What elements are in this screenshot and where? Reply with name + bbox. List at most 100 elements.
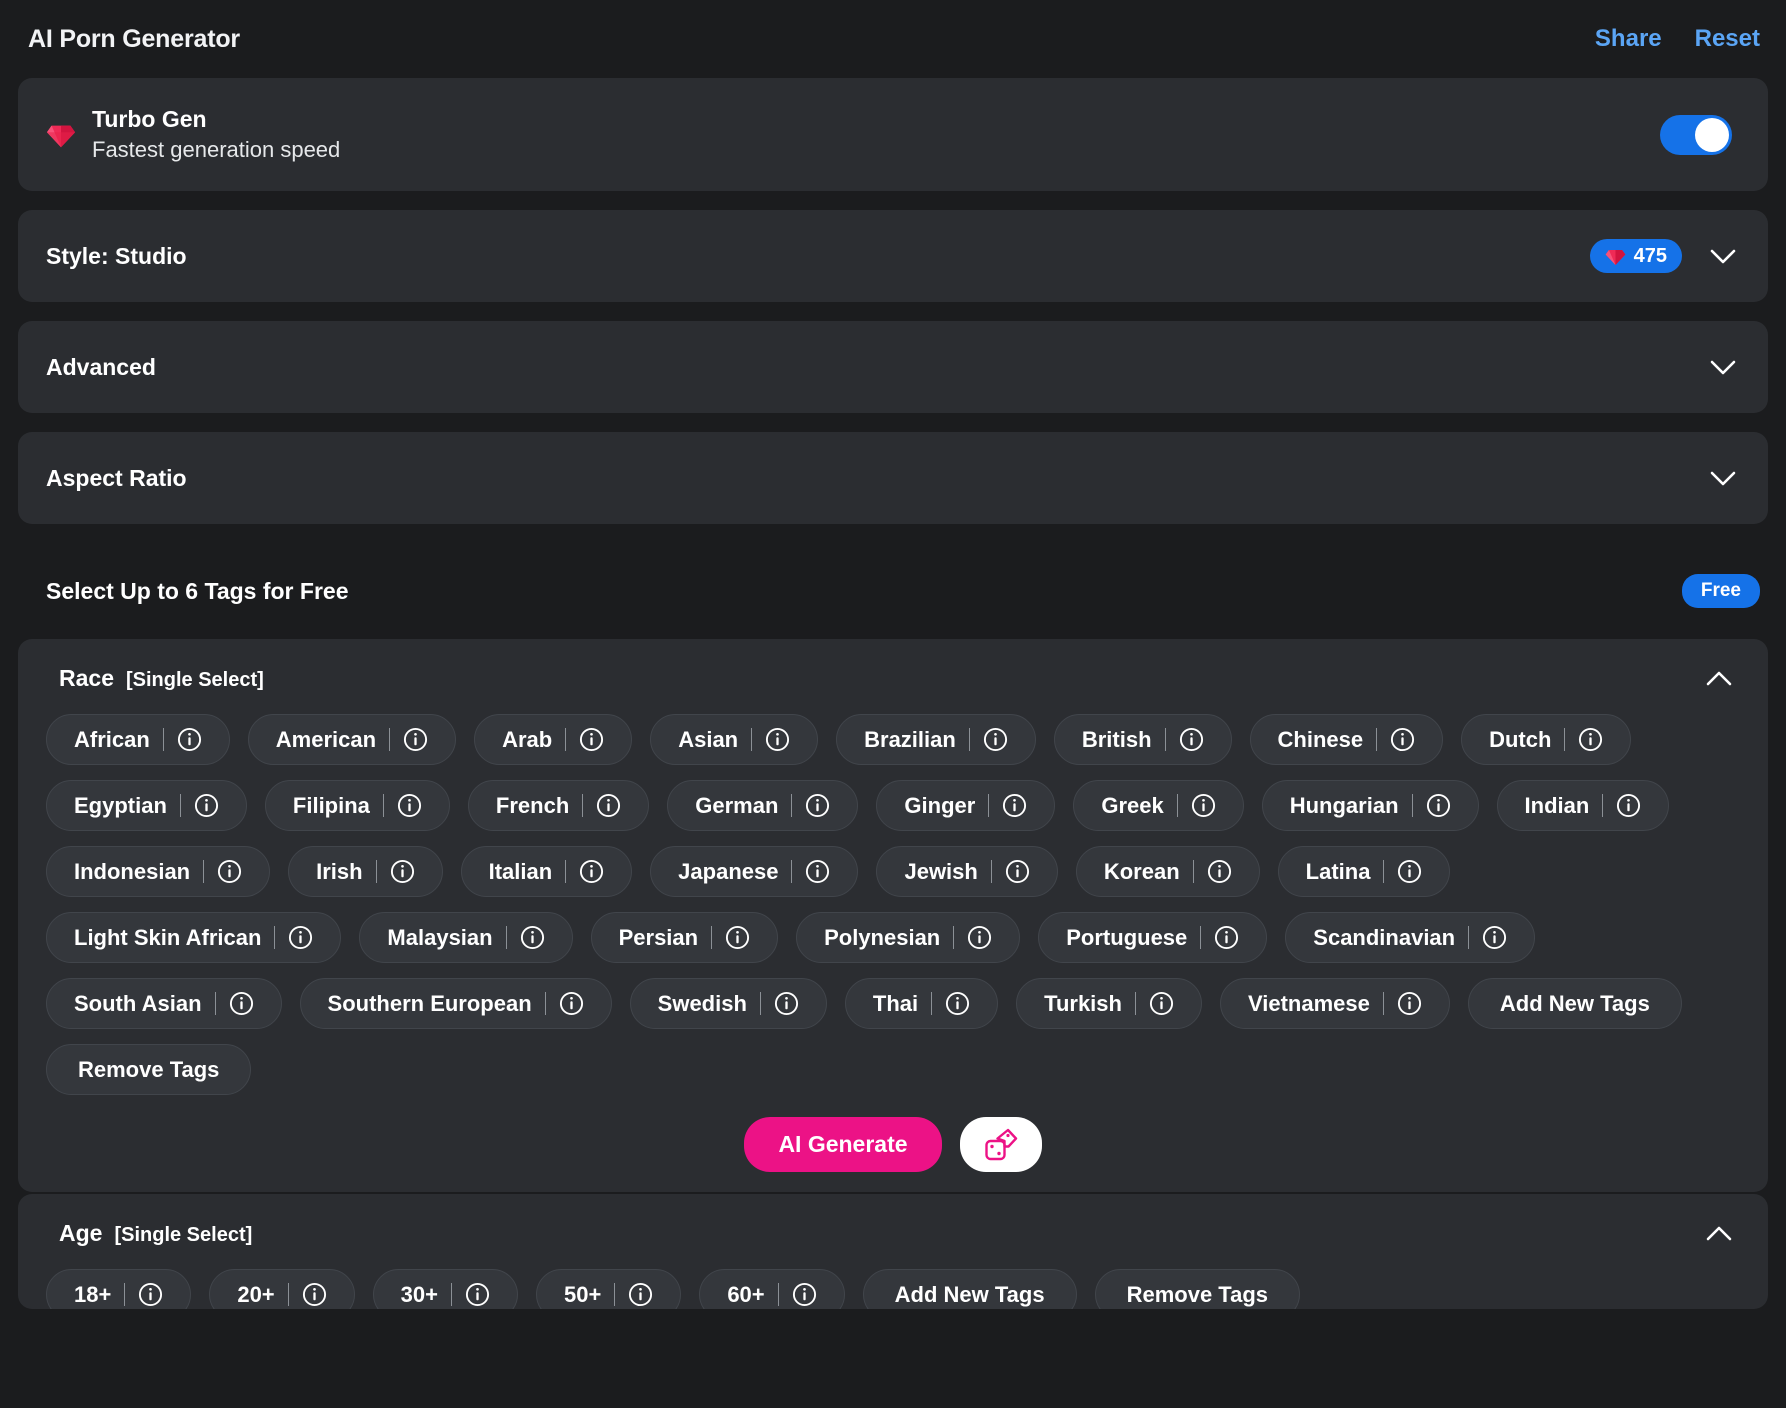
info-icon[interactable]: [596, 793, 621, 818]
chevron-up-icon[interactable]: [1706, 1226, 1732, 1241]
info-icon[interactable]: [579, 727, 604, 752]
tag-chip[interactable]: Arab: [474, 714, 632, 765]
tag-chip[interactable]: Ginger: [876, 780, 1055, 831]
tag-chip[interactable]: 20+: [209, 1269, 354, 1309]
info-icon[interactable]: [1191, 793, 1216, 818]
info-icon[interactable]: [1616, 793, 1641, 818]
tag-chip[interactable]: Light Skin African: [46, 912, 341, 963]
info-icon[interactable]: [302, 1282, 327, 1307]
tag-chip[interactable]: Vietnamese: [1220, 978, 1450, 1029]
aspect-ratio-row[interactable]: Aspect Ratio: [18, 432, 1768, 524]
tag-chip[interactable]: South Asian: [46, 978, 282, 1029]
chevron-down-icon[interactable]: [1710, 471, 1736, 486]
tag-chip[interactable]: Japanese: [650, 846, 858, 897]
info-icon[interactable]: [1397, 859, 1422, 884]
info-icon[interactable]: [1482, 925, 1507, 950]
turbo-gen-toggle[interactable]: [1660, 115, 1732, 155]
chevron-up-icon[interactable]: [1706, 671, 1732, 686]
info-icon[interactable]: [177, 727, 202, 752]
info-icon[interactable]: [520, 925, 545, 950]
add-tags-button[interactable]: Add New Tags: [863, 1269, 1077, 1309]
share-button[interactable]: Share: [1595, 25, 1662, 53]
info-icon[interactable]: [559, 991, 584, 1016]
remove-tags-button[interactable]: Remove Tags: [1095, 1269, 1300, 1309]
tag-chip[interactable]: British: [1054, 714, 1232, 765]
tag-chip[interactable]: 30+: [373, 1269, 518, 1309]
tag-chip[interactable]: Portuguese: [1038, 912, 1267, 963]
tag-chip[interactable]: Dutch: [1461, 714, 1631, 765]
info-icon[interactable]: [1214, 925, 1239, 950]
tag-chip[interactable]: Korean: [1076, 846, 1260, 897]
tag-chip[interactable]: Persian: [591, 912, 779, 963]
info-icon[interactable]: [1005, 859, 1030, 884]
tag-chip[interactable]: African: [46, 714, 230, 765]
chevron-down-icon[interactable]: [1710, 360, 1736, 375]
info-icon[interactable]: [194, 793, 219, 818]
tag-chip[interactable]: Swedish: [630, 978, 827, 1029]
info-icon[interactable]: [217, 859, 242, 884]
info-icon[interactable]: [805, 859, 830, 884]
info-icon[interactable]: [288, 925, 313, 950]
info-icon[interactable]: [465, 1282, 490, 1307]
tag-chip[interactable]: Chinese: [1250, 714, 1444, 765]
remove-tags-button[interactable]: Remove Tags: [46, 1044, 251, 1095]
reset-button[interactable]: Reset: [1695, 25, 1760, 53]
tag-chip[interactable]: Jewish: [876, 846, 1057, 897]
tag-chip[interactable]: Brazilian: [836, 714, 1036, 765]
random-dice-button[interactable]: [960, 1117, 1042, 1172]
tag-chip[interactable]: Indonesian: [46, 846, 270, 897]
info-icon[interactable]: [138, 1282, 163, 1307]
info-icon[interactable]: [765, 727, 790, 752]
tag-chip[interactable]: 60+: [699, 1269, 844, 1309]
info-icon[interactable]: [1149, 991, 1174, 1016]
tag-chip[interactable]: Italian: [461, 846, 633, 897]
tag-chip[interactable]: German: [667, 780, 858, 831]
info-icon[interactable]: [1578, 727, 1603, 752]
info-icon[interactable]: [967, 925, 992, 950]
info-icon[interactable]: [983, 727, 1008, 752]
tag-chip[interactable]: Thai: [845, 978, 998, 1029]
style-credit-badge[interactable]: 475: [1590, 239, 1682, 273]
add-tags-button[interactable]: Add New Tags: [1468, 978, 1682, 1029]
tag-chip[interactable]: French: [468, 780, 649, 831]
tag-chip[interactable]: Turkish: [1016, 978, 1202, 1029]
info-icon[interactable]: [1390, 727, 1415, 752]
info-icon[interactable]: [579, 859, 604, 884]
advanced-row[interactable]: Advanced: [18, 321, 1768, 413]
tag-chip[interactable]: 50+: [536, 1269, 681, 1309]
info-icon[interactable]: [229, 991, 254, 1016]
info-icon[interactable]: [792, 1282, 817, 1307]
tag-chip[interactable]: 18+: [46, 1269, 191, 1309]
info-icon[interactable]: [397, 793, 422, 818]
info-icon[interactable]: [1179, 727, 1204, 752]
tag-chip[interactable]: American: [248, 714, 456, 765]
chevron-down-icon[interactable]: [1710, 249, 1736, 264]
tag-chip[interactable]: Asian: [650, 714, 818, 765]
tag-chip[interactable]: Hungarian: [1262, 780, 1479, 831]
style-row[interactable]: Style: Studio 475: [18, 210, 1768, 302]
tag-chip[interactable]: Egyptian: [46, 780, 247, 831]
info-icon[interactable]: [805, 793, 830, 818]
info-icon[interactable]: [1397, 991, 1422, 1016]
tag-chip[interactable]: Southern European: [300, 978, 612, 1029]
info-icon[interactable]: [628, 1282, 653, 1307]
info-icon[interactable]: [390, 859, 415, 884]
tag-group-race-header[interactable]: Race [Single Select]: [42, 665, 1744, 692]
info-icon[interactable]: [1207, 859, 1232, 884]
free-badge[interactable]: Free: [1682, 574, 1760, 608]
tag-chip[interactable]: Indian: [1497, 780, 1670, 831]
info-icon[interactable]: [945, 991, 970, 1016]
info-icon[interactable]: [725, 925, 750, 950]
info-icon[interactable]: [774, 991, 799, 1016]
tag-chip[interactable]: Greek: [1073, 780, 1243, 831]
tag-chip[interactable]: Polynesian: [796, 912, 1020, 963]
tag-chip[interactable]: Malaysian: [359, 912, 572, 963]
info-icon[interactable]: [403, 727, 428, 752]
info-icon[interactable]: [1002, 793, 1027, 818]
tag-chip[interactable]: Latina: [1278, 846, 1451, 897]
tag-group-age-header[interactable]: Age [Single Select]: [42, 1220, 1744, 1247]
tag-chip[interactable]: Irish: [288, 846, 442, 897]
tag-chip[interactable]: Filipina: [265, 780, 450, 831]
info-icon[interactable]: [1426, 793, 1451, 818]
ai-generate-button[interactable]: AI Generate: [744, 1117, 941, 1172]
